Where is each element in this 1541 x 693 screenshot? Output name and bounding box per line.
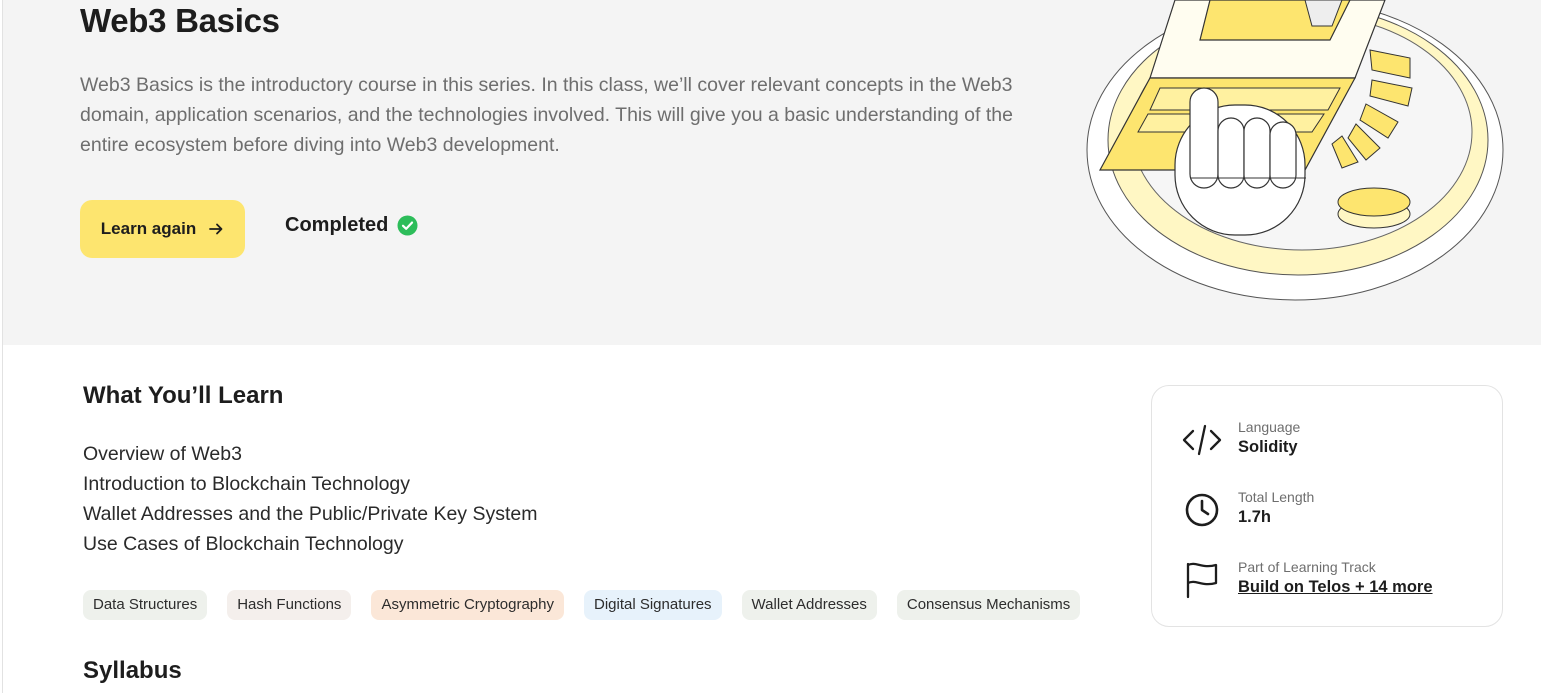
tag-wallet-addresses: Wallet Addresses — [741, 590, 877, 620]
track-row: Part of Learning Track Build on Telos + … — [1182, 558, 1433, 600]
list-item: Introduction to Blockchain Technology — [83, 473, 411, 495]
list-item: Wallet Addresses and the Public/Private … — [83, 503, 538, 525]
left-border — [0, 0, 3, 693]
learning-track-link[interactable]: Build on Telos + 14 more — [1238, 576, 1433, 598]
check-circle-icon — [397, 215, 418, 236]
course-info-card: Language Solidity Total Length 1.7h Part… — [1151, 385, 1503, 627]
list-item: Overview of Web3 — [83, 443, 242, 465]
language-row: Language Solidity — [1182, 418, 1300, 460]
status-label: Completed — [285, 214, 389, 236]
tag-data-structures: Data Structures — [83, 590, 208, 620]
length-row: Total Length 1.7h — [1182, 488, 1314, 530]
language-label: Language — [1238, 419, 1301, 435]
syllabus-title: Syllabus — [83, 657, 182, 684]
completion-status: Completed — [285, 214, 418, 237]
what-you-learn-title: What You’ll Learn — [83, 382, 284, 409]
topic-tags: Data Structures Hash Functions Asymmetri… — [83, 590, 1081, 620]
learn-again-button[interactable]: Learn again — [80, 200, 245, 258]
arrow-right-icon — [209, 223, 223, 235]
length-value: 1.7h — [1238, 508, 1272, 526]
code-icon — [1182, 420, 1222, 460]
track-label: Part of Learning Track — [1238, 559, 1376, 575]
language-value: Solidity — [1238, 438, 1298, 456]
course-description: Web3 Basics is the introductory course i… — [80, 74, 1013, 156]
flag-icon — [1182, 560, 1222, 600]
learn-again-label: Learn again — [100, 219, 197, 238]
learn-list: Overview of Web3 Introduction to Blockch… — [83, 439, 538, 559]
course-title: Web3 Basics — [80, 2, 280, 39]
tag-consensus-mechanisms: Consensus Mechanisms — [896, 590, 1081, 620]
tag-digital-signatures: Digital Signatures — [583, 590, 722, 620]
clock-icon — [1182, 490, 1222, 530]
list-item: Use Cases of Blockchain Technology — [83, 533, 404, 555]
tag-asymmetric-cryptography: Asymmetric Cryptography — [371, 590, 564, 620]
length-label: Total Length — [1238, 489, 1315, 505]
hero-illustration — [1086, 0, 1504, 301]
tag-hash-functions: Hash Functions — [227, 590, 352, 620]
